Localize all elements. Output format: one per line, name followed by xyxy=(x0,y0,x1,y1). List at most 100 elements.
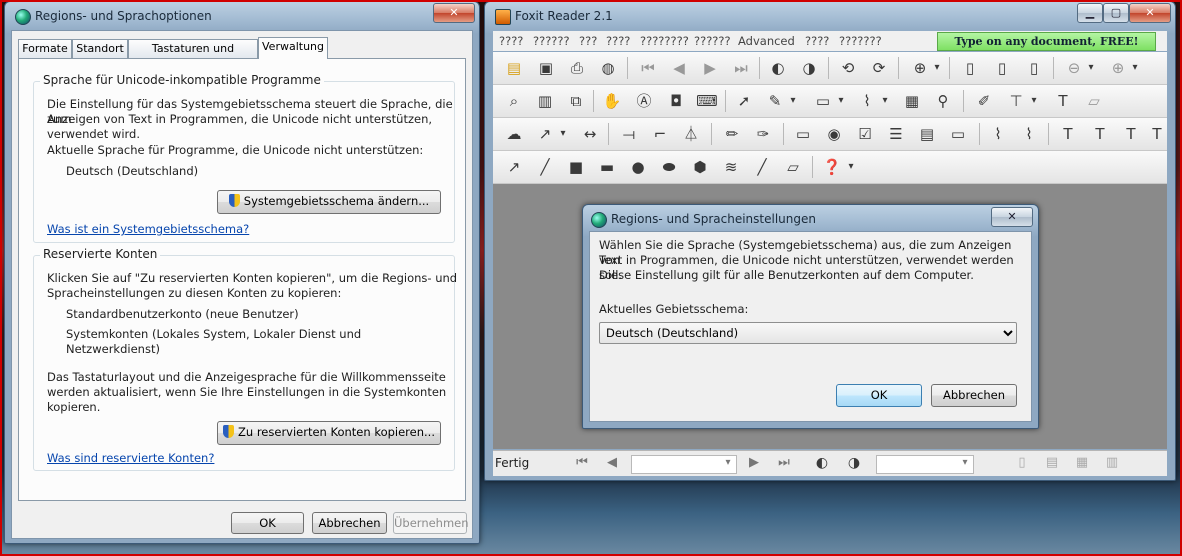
open-folder-icon[interactable]: ▤ xyxy=(503,58,525,78)
pencil-edit-icon[interactable]: ✏ xyxy=(721,124,743,144)
chevron-down-icon[interactable]: ▾ xyxy=(931,58,943,78)
reserved-accounts-help-link[interactable]: Was sind reservierte Konten? xyxy=(47,451,214,465)
change-system-locale-button[interactable]: Systemgebietsschema ändern... xyxy=(217,190,441,214)
fit-page-icon[interactable]: ▯ xyxy=(991,58,1013,78)
camera-icon[interactable]: ◘ xyxy=(665,91,687,111)
push-button-field-icon[interactable]: ▭ xyxy=(792,124,814,144)
pencil-icon[interactable]: ╱ xyxy=(751,157,773,177)
combo-field-icon[interactable]: ▤ xyxy=(916,124,938,144)
previous-page-icon[interactable]: ◀ xyxy=(601,453,623,473)
stamp-icon[interactable]: ⊤ xyxy=(1005,91,1027,111)
typewriter-tool-icon[interactable]: T xyxy=(1057,124,1079,144)
first-page-icon[interactable]: ⏮ xyxy=(637,58,659,78)
last-page-icon[interactable]: ⏭ xyxy=(773,453,795,473)
chevron-down-icon[interactable]: ▾ xyxy=(721,453,735,473)
save-icon[interactable]: ▣ xyxy=(535,58,557,78)
single-page-view-icon[interactable]: ▯ xyxy=(1011,453,1033,473)
locale-dropdown[interactable]: Deutsch (Deutschland) xyxy=(599,322,1017,344)
foxit-title-bar[interactable]: Foxit Reader 2.1 ▁ ▢ ✕ xyxy=(485,2,1175,32)
menu-item[interactable]: ?????? xyxy=(533,34,570,48)
line-draw-icon[interactable]: ╱ xyxy=(534,157,556,177)
menu-item[interactable]: ?????? xyxy=(694,34,731,48)
fit-width-icon[interactable]: ▯ xyxy=(1023,58,1045,78)
menu-item[interactable]: ??????? xyxy=(839,34,882,48)
single-page-icon[interactable]: ▯ xyxy=(959,58,981,78)
comment-icon[interactable]: ▱ xyxy=(1083,91,1105,111)
menu-item[interactable]: ???? xyxy=(499,34,523,48)
minimize-button[interactable]: ▁ xyxy=(1077,3,1103,23)
menu-item[interactable]: ??? xyxy=(579,34,597,48)
cancel-button[interactable]: Abbrechen xyxy=(931,384,1017,407)
ellipse-draw-icon[interactable]: ⬬ xyxy=(658,157,680,177)
rectangle-draw-icon[interactable]: ▬ xyxy=(596,157,618,177)
back-icon[interactable]: ◐ xyxy=(811,453,833,473)
paperclip-icon[interactable]: ⌇ xyxy=(987,124,1009,144)
chevron-down-icon[interactable]: ▾ xyxy=(1129,58,1141,78)
next-page-icon[interactable]: ▶ xyxy=(743,453,765,473)
menu-item[interactable]: ???? xyxy=(606,34,630,48)
polyline-icon[interactable]: ⌐ xyxy=(649,124,671,144)
eraser-icon[interactable]: ▱ xyxy=(782,157,804,177)
back-icon[interactable]: ◐ xyxy=(767,58,789,78)
copy-to-reserved-accounts-button[interactable]: Zu reservierten Konten kopieren... xyxy=(217,421,441,445)
chevron-down-icon[interactable]: ▾ xyxy=(879,91,891,111)
tab-tastaturen[interactable]: Tastaturen und Sprachen xyxy=(128,39,258,73)
polygon-icon[interactable]: ⏃ xyxy=(680,124,702,144)
email-icon[interactable]: ◍ xyxy=(597,58,619,78)
snapshot-window-icon[interactable]: ⧉ xyxy=(565,91,587,111)
help-icon[interactable]: ❓ xyxy=(821,157,843,177)
zoom-icon[interactable]: ⊕ xyxy=(909,58,931,78)
chevron-down-icon[interactable]: ▾ xyxy=(845,157,857,177)
rotate-left-icon[interactable]: ⟲ xyxy=(837,58,859,78)
continuous-view-icon[interactable]: ▤ xyxy=(1041,453,1063,473)
line-connector-icon[interactable]: ⟞ xyxy=(618,124,640,144)
facing-view-icon[interactable]: ▦ xyxy=(1071,453,1093,473)
menu-item-advanced[interactable]: Advanced xyxy=(738,34,795,48)
chevron-down-icon[interactable]: ▾ xyxy=(1028,91,1040,111)
bookmarks-icon[interactable]: ▥ xyxy=(534,91,556,111)
close-button[interactable]: ✕ xyxy=(433,3,475,23)
dimension-icon[interactable]: ↔ xyxy=(579,124,601,144)
radio-field-icon[interactable]: ◉ xyxy=(823,124,845,144)
previous-page-icon[interactable]: ◀ xyxy=(668,58,690,78)
attach-file-icon[interactable]: ⌇ xyxy=(1018,124,1040,144)
text-select-icon[interactable]: Ⓐ xyxy=(633,91,655,111)
last-page-icon[interactable]: ⏭ xyxy=(730,58,752,78)
typewriter-icon[interactable]: ⌨ xyxy=(696,91,718,111)
cancel-button[interactable]: Abbrechen xyxy=(312,512,387,534)
squiggle-draw-icon[interactable]: ≋ xyxy=(720,157,742,177)
forward-icon[interactable]: ◑ xyxy=(843,453,865,473)
rotate-right-icon[interactable]: ⟳ xyxy=(868,58,890,78)
textbox-icon[interactable]: T xyxy=(1120,124,1142,144)
print-icon[interactable]: ⎙ xyxy=(566,58,588,78)
zoom-in-icon[interactable]: ⊕ xyxy=(1107,58,1129,78)
system-locale-help-link[interactable]: Was ist ein Systemgebietsschema? xyxy=(47,222,249,236)
tab-verwaltung[interactable]: Verwaltung xyxy=(258,37,328,59)
text-field-icon[interactable]: ▭ xyxy=(947,124,969,144)
maximize-button[interactable]: ▢ xyxy=(1103,3,1129,23)
forward-icon[interactable]: ◑ xyxy=(798,58,820,78)
tab-standort[interactable]: Standort xyxy=(72,39,128,58)
image-icon[interactable]: ▦ xyxy=(901,91,923,111)
chevron-down-icon[interactable]: ▾ xyxy=(1085,58,1097,78)
rectangle-tool-icon[interactable]: ▭ xyxy=(812,91,834,111)
text-more-icon[interactable]: T xyxy=(1149,124,1165,144)
menu-item[interactable]: ???? xyxy=(805,34,829,48)
ok-button[interactable]: OK xyxy=(231,512,304,534)
attachment-icon[interactable]: ⌇ xyxy=(856,91,878,111)
cloud-icon[interactable]: ☁ xyxy=(503,124,525,144)
circle-draw-icon[interactable]: ● xyxy=(627,157,649,177)
close-button[interactable]: ✕ xyxy=(1129,3,1171,23)
ok-button[interactable]: OK xyxy=(836,384,922,407)
hand-tool-icon[interactable]: ✋ xyxy=(601,91,623,111)
tab-formate[interactable]: Formate xyxy=(18,39,72,58)
title-bar[interactable]: Regions- und Sprachoptionen ✕ xyxy=(5,2,479,32)
eraser-edit-icon[interactable]: ✑ xyxy=(752,124,774,144)
magnifier-icon[interactable]: ⚲ xyxy=(932,91,954,111)
checkbox-field-icon[interactable]: ☑ xyxy=(854,124,876,144)
hexagon-draw-icon[interactable]: ⬢ xyxy=(689,157,711,177)
text-tool-icon[interactable]: T xyxy=(1052,91,1074,111)
menu-item[interactable]: ???????? xyxy=(640,34,689,48)
callout-icon[interactable]: T xyxy=(1089,124,1111,144)
next-page-icon[interactable]: ▶ xyxy=(699,58,721,78)
